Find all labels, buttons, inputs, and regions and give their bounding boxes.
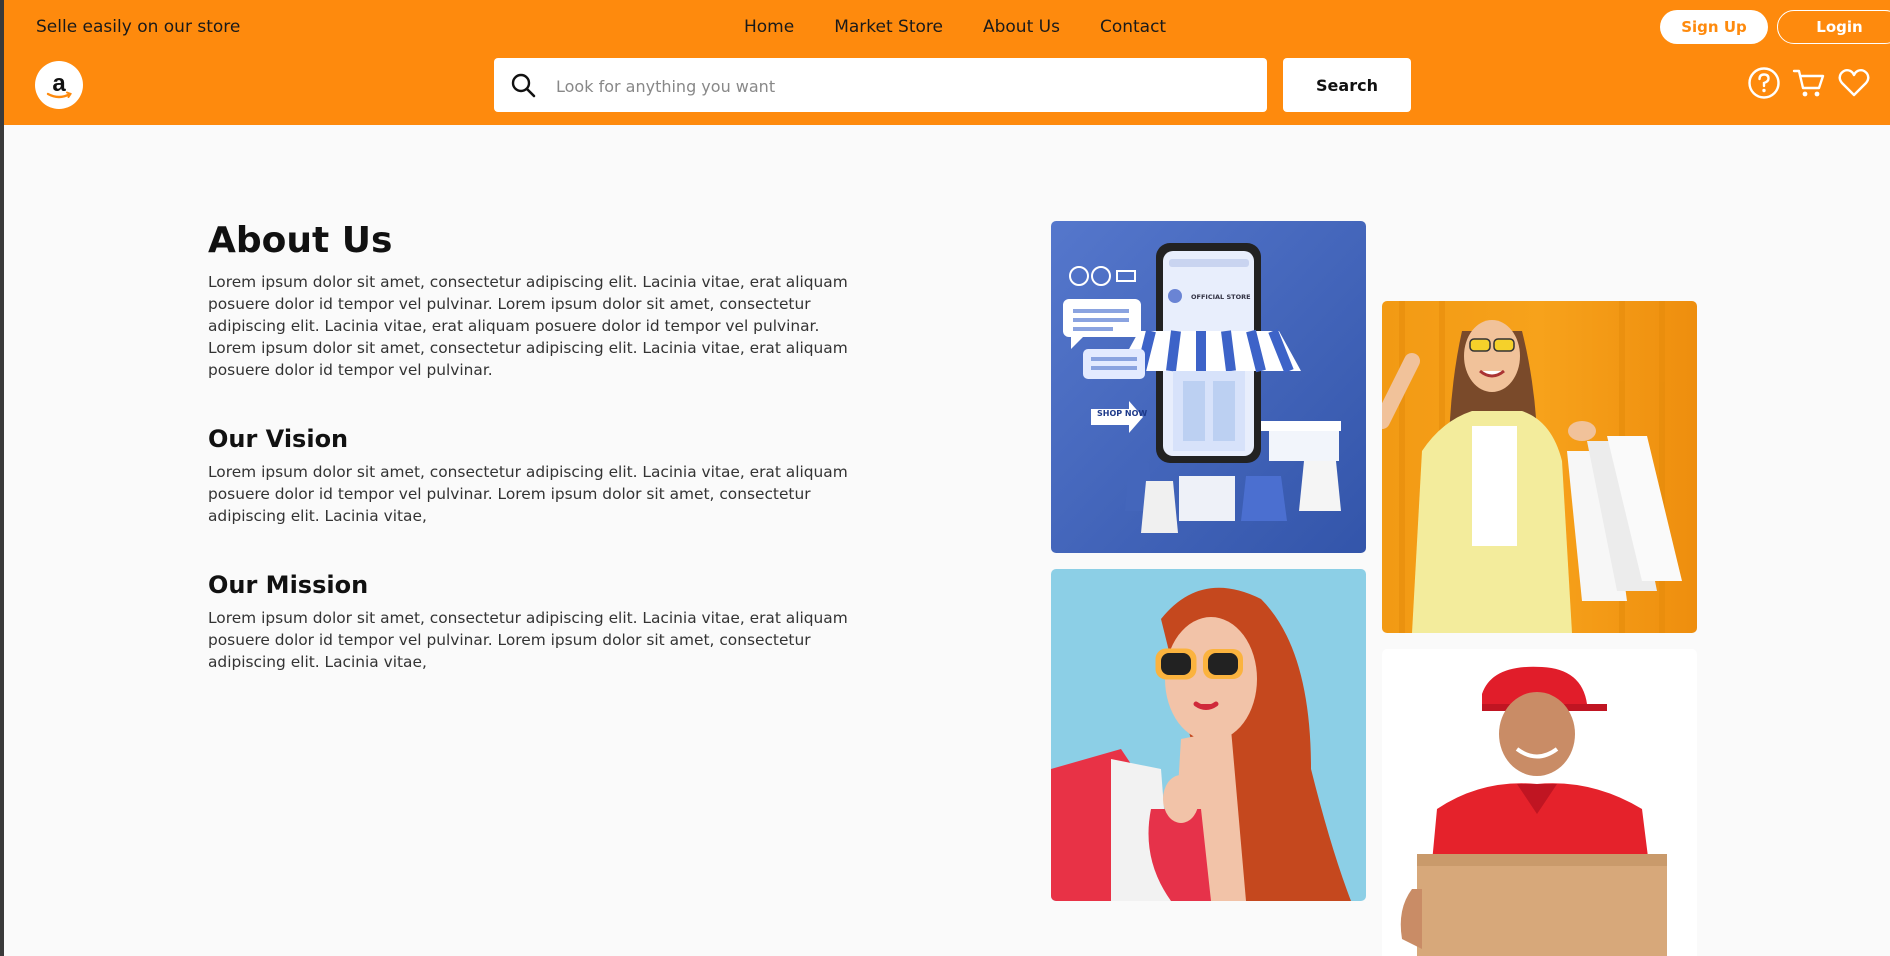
about-text: Lorem ipsum dolor sit amet, consectetur …: [208, 273, 848, 379]
search-icon: [511, 73, 536, 98]
signup-button[interactable]: Sign Up: [1660, 10, 1768, 44]
store-illustration-image: OFFICIAL STORE SHOP NOW: [1051, 221, 1366, 553]
mission-text: Lorem ipsum dolor sit amet, consectetur …: [208, 609, 848, 671]
delivery-man-image: [1382, 649, 1697, 956]
main-nav: Home Market Store About Us Contact: [744, 17, 1166, 37]
tagline: Selle easily on our store: [36, 17, 241, 37]
about-title: About Us: [208, 220, 393, 261]
help-icon[interactable]: [1747, 66, 1781, 100]
amazon-logo-icon: a: [46, 70, 72, 99]
page: Selle easily on our store Home Market St…: [4, 0, 1890, 956]
svg-text:a: a: [52, 70, 66, 97]
vision-title: Our Vision: [208, 425, 349, 453]
nav-home[interactable]: Home: [744, 17, 794, 37]
cart-icon[interactable]: [1792, 66, 1826, 100]
nav-about-us[interactable]: About Us: [983, 17, 1060, 37]
mission-section: Our Mission Lorem ipsum dolor sit amet, …: [208, 571, 868, 673]
search-input[interactable]: [554, 70, 1248, 102]
mission-title: Our Mission: [208, 571, 369, 599]
vision-text: Lorem ipsum dolor sit amet, consectetur …: [208, 463, 848, 525]
header: Selle easily on our store Home Market St…: [4, 0, 1890, 125]
search-bar: [494, 58, 1267, 112]
vision-section: Our Vision Lorem ipsum dolor sit amet, c…: [208, 425, 868, 527]
heart-icon[interactable]: [1837, 66, 1871, 100]
svg-text:SHOP NOW: SHOP NOW: [1097, 409, 1147, 418]
nav-contact[interactable]: Contact: [1100, 17, 1166, 37]
shopping-woman-image: [1382, 301, 1697, 633]
about-content: About Us Lorem ipsum dolor sit amet, con…: [208, 220, 868, 673]
search-button[interactable]: Search: [1283, 58, 1411, 112]
login-button[interactable]: Login: [1777, 10, 1890, 44]
redhead-woman-image: [1051, 569, 1366, 901]
nav-market-store[interactable]: Market Store: [834, 17, 943, 37]
svg-text:OFFICIAL STORE: OFFICIAL STORE: [1191, 293, 1251, 301]
logo[interactable]: a: [35, 61, 83, 109]
